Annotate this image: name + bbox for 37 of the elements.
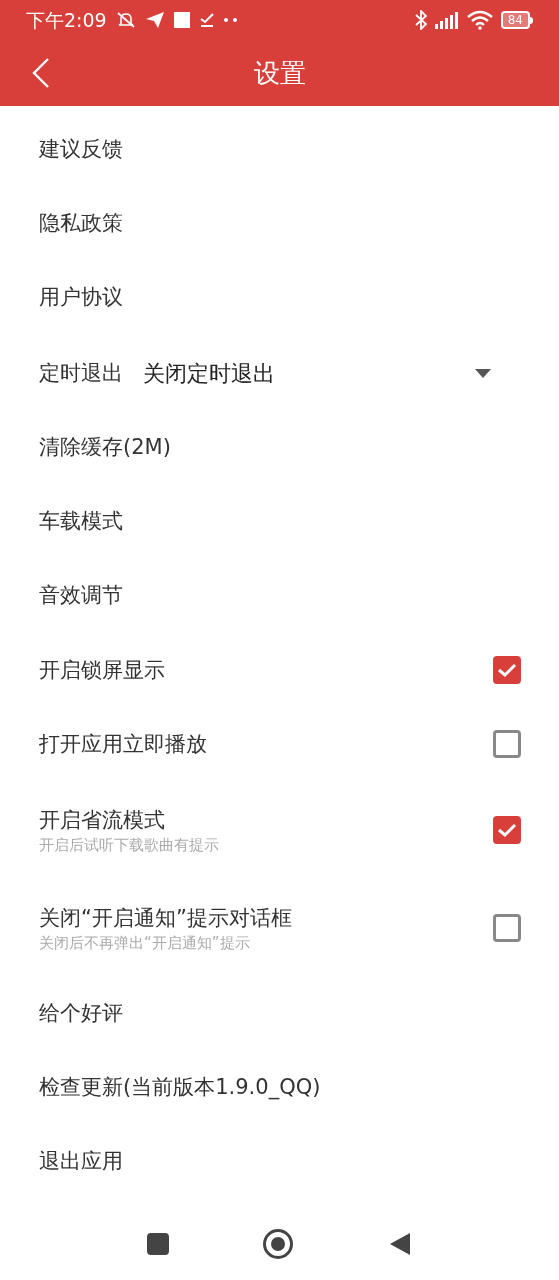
signal-icon — [434, 11, 459, 29]
settings-item[interactable]: 建议反馈 — [0, 113, 559, 187]
more-dots-icon — [222, 17, 239, 23]
setting-label: 定时退出 — [39, 360, 123, 387]
settings-item[interactable]: 车载模式 — [0, 485, 559, 559]
dropdown-caret-icon — [475, 368, 491, 378]
recents-button[interactable] — [147, 1233, 170, 1255]
paper-plane-icon — [144, 11, 165, 29]
settings-item[interactable]: 隐私政策 — [0, 187, 559, 261]
home-button[interactable] — [263, 1229, 294, 1259]
settings-item[interactable]: 音效调节 — [0, 559, 559, 633]
checkbox[interactable] — [493, 914, 521, 942]
settings-item[interactable]: 退出应用 — [0, 1125, 559, 1199]
settings-item[interactable]: 用户协议 — [0, 261, 559, 335]
download-check-icon — [198, 12, 215, 28]
back-icon — [32, 57, 50, 89]
setting-label: 开启省流模式 — [39, 807, 166, 834]
check-icon — [497, 662, 517, 678]
setting-label: 关闭“开启通知”提示对话框 — [39, 905, 293, 932]
settings-item[interactable]: 清除缓存(2M) — [0, 411, 559, 485]
settings-item[interactable]: 检查更新(当前版本1.9.0_QQ) — [0, 1051, 559, 1125]
battery-indicator: 84 — [500, 11, 533, 29]
check-icon — [497, 822, 517, 838]
setting-label: 开启锁屏显示 — [39, 657, 166, 684]
setting-description: 关闭后不再弹出“开启通知”提示 — [39, 933, 251, 953]
checkbox[interactable] — [493, 730, 521, 758]
status-time: 下午2:09 — [26, 7, 107, 33]
checkbox[interactable] — [493, 816, 521, 844]
setting-description: 开启后试听下载歌曲有提示 — [39, 835, 220, 855]
setting-label: 打开应用立即播放 — [39, 731, 208, 758]
checkbox[interactable] — [493, 656, 521, 684]
wifi-icon — [466, 10, 493, 30]
page-title: 设置 — [253, 56, 306, 90]
bluetooth-icon — [414, 10, 427, 30]
square-icon — [172, 11, 191, 29]
settings-item[interactable]: 给个好评 — [0, 977, 559, 1051]
timer-dropdown[interactable]: 关闭定时退出 — [143, 356, 521, 390]
